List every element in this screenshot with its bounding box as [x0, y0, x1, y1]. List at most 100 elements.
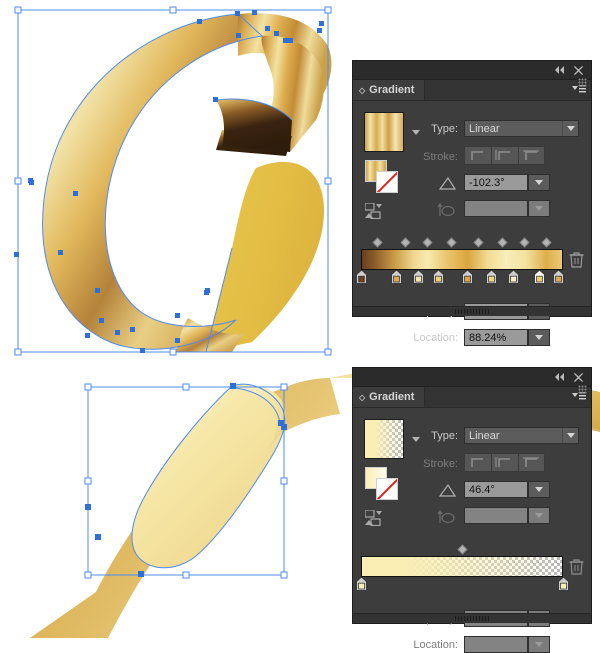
gradient-slider-track[interactable]	[361, 556, 563, 577]
gradient-midpoint[interactable]	[473, 237, 484, 248]
location-label: Location:	[413, 332, 458, 344]
angle-input[interactable]: -102.3°	[464, 174, 528, 191]
angle-dropdown-caret[interactable]	[529, 175, 549, 190]
location-dropdown-caret[interactable]	[529, 637, 549, 652]
type-value: Linear	[469, 429, 500, 442]
location-dropdown[interactable]	[528, 636, 550, 653]
gradient-stop[interactable]	[412, 269, 424, 284]
angle-dropdown[interactable]	[528, 174, 550, 191]
reverse-gradient-icon[interactable]	[364, 509, 387, 527]
stroke-along-icon[interactable]	[491, 146, 518, 165]
location-input[interactable]	[464, 636, 528, 653]
panel-titlebar[interactable]	[353, 368, 591, 387]
gradient-midpoint[interactable]	[422, 237, 433, 248]
stroke-label: Stroke:	[423, 458, 458, 470]
gradient-midpoint[interactable]	[372, 237, 383, 248]
fill-stroke-proxy[interactable]	[365, 160, 401, 194]
gradient-midpoint[interactable]	[457, 544, 467, 555]
gradient-panel-2[interactable]: ◇ Gradient Type: Linear Stroke: 46.4° Lo…	[352, 367, 592, 653]
gradient-midpoint[interactable]	[446, 237, 457, 248]
close-icon[interactable]	[569, 61, 587, 79]
panel-resize-grip[interactable]	[578, 78, 587, 87]
tab-gradient[interactable]: ◇ Gradient	[353, 387, 426, 407]
angle-dropdown[interactable]	[528, 481, 550, 498]
collapse-double-arrow-icon[interactable]	[551, 368, 569, 386]
angle-value: 46.4°	[469, 483, 495, 496]
panel-drag-grip[interactable]	[455, 309, 489, 314]
gradient-stop[interactable]	[355, 269, 367, 284]
aspect-dropdown-caret[interactable]	[529, 508, 549, 523]
type-label: Type:	[431, 123, 458, 135]
panel-titlebar[interactable]	[353, 61, 591, 80]
gradient-swatch-preview[interactable]	[364, 112, 404, 152]
delete-stop-trash-icon[interactable]	[569, 251, 584, 268]
panel-footer[interactable]	[353, 306, 591, 316]
fill-stroke-proxy[interactable]	[365, 467, 401, 501]
panel-title: Gradient	[369, 84, 415, 96]
panel-footer[interactable]	[353, 613, 591, 623]
gradient-stop[interactable]	[391, 269, 403, 284]
angle-icon	[438, 176, 457, 190]
aspect-input[interactable]	[464, 507, 528, 524]
gradient-midpoint[interactable]	[497, 237, 508, 248]
panel-title: Gradient	[369, 391, 415, 403]
aspect-dropdown[interactable]	[528, 507, 550, 524]
stroke-across-icon[interactable]	[518, 453, 545, 472]
location-label: Location:	[413, 639, 458, 651]
gradient-stop[interactable]	[461, 269, 473, 284]
stroke-swatch-none[interactable]	[376, 171, 398, 193]
type-dropdown-caret[interactable]	[562, 428, 578, 443]
panel-resize-grip[interactable]	[578, 385, 587, 394]
collapse-double-arrow-icon[interactable]	[551, 61, 569, 79]
angle-icon	[438, 483, 457, 497]
location-value: 88.24%	[469, 331, 507, 344]
angle-dropdown-caret[interactable]	[529, 482, 549, 497]
gradient-midpoint[interactable]	[519, 237, 530, 248]
aspect-input[interactable]	[464, 200, 528, 217]
gradient-stop[interactable]	[486, 269, 498, 284]
gradient-midpoint[interactable]	[541, 237, 552, 248]
aspect-dropdown[interactable]	[528, 200, 550, 217]
gradient-tab-diamond-icon: ◇	[359, 85, 366, 95]
gradient-stop[interactable]	[553, 269, 565, 284]
gradient-panel-1[interactable]: ◇ Gradient Type: Linear Stroke: -102.3° …	[352, 60, 592, 346]
aspect-dropdown-caret[interactable]	[529, 201, 549, 216]
gradient-midpoint[interactable]	[400, 237, 411, 248]
gradient-stop[interactable]	[508, 269, 519, 284]
aspect-ratio-icon	[437, 509, 455, 524]
stroke-swatch-none[interactable]	[376, 478, 398, 500]
gradient-slider-fill	[362, 250, 562, 269]
angle-input[interactable]: 46.4°	[464, 481, 528, 498]
stroke-within-icon[interactable]	[464, 453, 491, 472]
gradient-tab-diamond-icon: ◇	[359, 392, 366, 402]
delete-stop-trash-icon[interactable]	[569, 558, 584, 575]
gradient-stop[interactable]	[557, 576, 569, 591]
type-value: Linear	[469, 122, 500, 135]
type-select[interactable]: Linear	[464, 120, 579, 137]
gradient-slider-track[interactable]	[361, 249, 563, 270]
stroke-label: Stroke:	[423, 151, 458, 163]
stroke-type-buttons[interactable]	[464, 146, 545, 165]
location-dropdown-caret[interactable]	[529, 330, 549, 345]
gradient-swatch-preview[interactable]	[364, 419, 404, 459]
stroke-type-buttons[interactable]	[464, 453, 545, 472]
stroke-across-icon[interactable]	[518, 146, 545, 165]
panel-tabbar[interactable]: ◇ Gradient	[353, 387, 591, 408]
panel-tabbar[interactable]: ◇ Gradient	[353, 80, 591, 101]
aspect-ratio-icon	[437, 202, 455, 217]
stroke-along-icon[interactable]	[491, 453, 518, 472]
gradient-stop[interactable]	[533, 269, 545, 284]
panel-drag-grip[interactable]	[455, 616, 489, 621]
stroke-within-icon[interactable]	[464, 146, 491, 165]
location-input[interactable]: 88.24%	[464, 329, 528, 346]
close-icon[interactable]	[569, 368, 587, 386]
location-dropdown[interactable]	[528, 329, 550, 346]
type-dropdown-caret[interactable]	[562, 121, 578, 136]
gradient-stop[interactable]	[355, 576, 367, 591]
reverse-gradient-icon[interactable]	[364, 202, 387, 220]
gradient-stop[interactable]	[432, 269, 444, 284]
type-select[interactable]: Linear	[464, 427, 579, 444]
gradient-slider-fill	[362, 557, 562, 576]
tab-gradient[interactable]: ◇ Gradient	[353, 80, 426, 100]
artwork-letter-g[interactable]	[42, 13, 332, 352]
